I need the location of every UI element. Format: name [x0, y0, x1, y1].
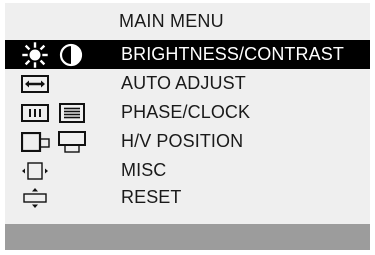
contrast-icon [59, 43, 83, 67]
auto-adjust-icon [21, 75, 49, 93]
menu-item-auto-adjust[interactable]: AUTO ADJUST [5, 69, 370, 98]
menu-item-hv-position[interactable]: H/V POSITION [5, 127, 370, 156]
phase-icon [21, 104, 49, 122]
menu-item-brightness-contrast[interactable]: BRIGHTNESS/CONTRAST [5, 40, 370, 69]
menu-item-label: RESET [121, 187, 182, 207]
sun-icon [22, 42, 48, 68]
menu-title: MAIN MENU [119, 11, 224, 31]
status-bar [5, 224, 370, 250]
menu-item-phase-clock[interactable]: PHASE/CLOCK [5, 98, 370, 127]
menu-item-label: BRIGHTNESS/CONTRAST [121, 44, 344, 64]
menu-item-label: PHASE/CLOCK [121, 102, 251, 122]
clock-icon [59, 103, 85, 123]
osd-menu: MAIN MENU BRIGHTNESS/CONTRAST AUTO ADJUS… [5, 3, 370, 250]
vertical-position-icon [58, 131, 86, 153]
menu-item-misc[interactable]: MISC [5, 156, 370, 185]
menu-item-label: H/V POSITION [121, 131, 244, 151]
misc-icon [22, 162, 48, 180]
menu-item-reset[interactable]: RESET [5, 183, 370, 212]
menu-item-label: MISC [121, 160, 167, 180]
menu-item-label: AUTO ADJUST [121, 73, 246, 93]
horizontal-position-icon [21, 132, 50, 152]
reset-icon [23, 188, 47, 208]
